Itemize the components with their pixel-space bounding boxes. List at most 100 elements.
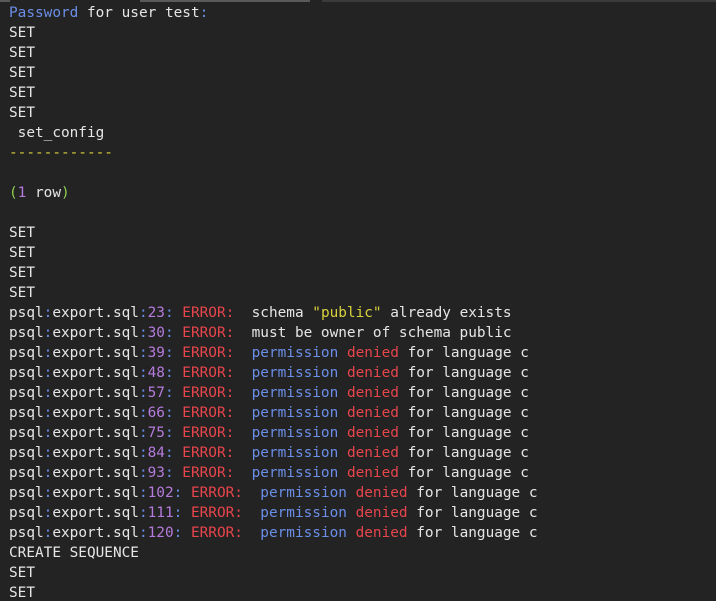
terminal-text-segment: ERROR (182, 365, 226, 381)
terminal-text-segment: SET (9, 565, 35, 581)
strip-segment (0, 0, 10, 2)
terminal-window[interactable]: Password for user test: SET SET SET SET SET s… (0, 0, 716, 601)
terminal-text-segment: for language c (398, 425, 529, 441)
terminal-text-segment: denied (355, 525, 408, 541)
terminal-text-segment: SET (9, 85, 35, 101)
terminal-text-segment: : (225, 465, 252, 481)
terminal-text-segment: ERROR (182, 425, 226, 441)
terminal-text-segment: ------------ (9, 145, 113, 161)
terminal-text-segment: 48 (147, 365, 165, 381)
terminal-output: Password for user test: SET SET SET SET SET s… (9, 3, 538, 601)
terminal-text-segment: ERROR (182, 405, 226, 421)
terminal-text-segment: export.sql (52, 345, 139, 361)
terminal-text-segment: ERROR (190, 505, 235, 521)
terminal-text-segment: SET (9, 245, 35, 261)
terminal-text-segment: export.sql (52, 485, 139, 501)
terminal-text-segment: export.sql (52, 505, 139, 521)
terminal-text-segment: permission (251, 365, 339, 381)
terminal-text-segment: export.sql (52, 445, 139, 461)
terminal-text-segment: : (199, 5, 209, 21)
terminal-text-segment: : (164, 365, 183, 381)
terminal-text-segment: export.sql (52, 525, 139, 541)
terminal-line: psql:export.sql:120: ERROR: permission d… (9, 523, 538, 543)
terminal-text-segment: ERROR (182, 345, 226, 361)
terminal-text-segment: : (164, 385, 183, 401)
terminal-text-segment: permission (260, 525, 347, 541)
terminal-text-segment: : (138, 325, 148, 341)
terminal-line: psql:export.sql:57: ERROR: permission de… (9, 383, 538, 403)
terminal-text-segment: ERROR (182, 445, 226, 461)
terminal-text-segment: for language c (398, 345, 529, 361)
terminal-line: psql:export.sql:39: ERROR: permission de… (9, 343, 538, 363)
terminal-line: CREATE SEQUENCE (9, 543, 538, 563)
terminal-line: set_config (9, 123, 538, 143)
terminal-text-segment: denied (346, 425, 399, 441)
terminal-line: SET (9, 243, 538, 263)
terminal-text-segment: denied (346, 385, 399, 401)
terminal-text-segment: for language c (407, 505, 538, 521)
terminal-text-segment: denied (355, 505, 408, 521)
terminal-text-segment: : (173, 525, 191, 541)
terminal-text-segment: : (225, 345, 252, 361)
terminal-text-segment: 102 (147, 485, 174, 501)
terminal-text-segment: : (138, 385, 148, 401)
terminal-text-segment: denied (346, 445, 399, 461)
terminal-text-segment: psql (9, 305, 44, 321)
terminal-line: psql:export.sql:48: ERROR: permission de… (9, 363, 538, 383)
terminal-text-segment: ERROR (190, 485, 235, 501)
terminal-line: ------------ (9, 143, 538, 163)
terminal-text-segment: export.sql (52, 385, 139, 401)
terminal-line (9, 203, 538, 223)
terminal-text-segment: permission (251, 385, 339, 401)
terminal-text-segment: 111 (147, 505, 174, 521)
terminal-text-segment: : (164, 445, 183, 461)
terminal-text-segment: for language c (407, 525, 538, 541)
terminal-line: SET (9, 263, 538, 283)
terminal-line: SET (9, 103, 538, 123)
terminal-text-segment: export.sql (52, 365, 139, 381)
terminal-line: psql:export.sql:102: ERROR: permission d… (9, 483, 538, 503)
terminal-text-segment: for language c (398, 465, 529, 481)
terminal-text-segment: psql (9, 525, 44, 541)
terminal-line: SET (9, 63, 538, 83)
terminal-text-segment: row (26, 185, 61, 201)
terminal-text-segment: psql (9, 405, 44, 421)
terminal-text-segment: ERROR (182, 465, 226, 481)
terminal-text-segment: permission (251, 465, 339, 481)
terminal-text-segment: psql (9, 505, 44, 521)
terminal-text-segment: for language c (398, 445, 529, 461)
terminal-line: psql:export.sql:84: ERROR: permission de… (9, 443, 538, 463)
terminal-text-segment: permission (260, 485, 347, 501)
terminal-text-segment: : (225, 365, 252, 381)
terminal-text-segment: psql (9, 425, 44, 441)
terminal-text-segment: 23 (147, 305, 165, 321)
terminal-line: SET (9, 283, 538, 303)
terminal-text-segment: denied (355, 485, 408, 501)
terminal-text-segment: : (225, 305, 252, 321)
terminal-text-segment: : (164, 345, 183, 361)
terminal-text-segment: ERROR (182, 325, 226, 341)
terminal-text-segment: psql (9, 445, 44, 461)
terminal-line: SET (9, 223, 538, 243)
terminal-text-segment: : (138, 485, 148, 501)
terminal-text-segment: must be owner of schema public (251, 325, 512, 341)
terminal-line: psql:export.sql:30: ERROR: must be owner… (9, 323, 538, 343)
terminal-text-segment: : (225, 425, 252, 441)
terminal-text-segment: psql (9, 365, 44, 381)
terminal-text-segment: denied (346, 405, 399, 421)
terminal-text-segment: ) (61, 185, 70, 201)
terminal-text-segment: Password (9, 5, 79, 21)
terminal-text-segment: : (225, 405, 252, 421)
terminal-text-segment: 57 (147, 385, 165, 401)
terminal-text-segment: : (138, 525, 148, 541)
terminal-text-segment: schema (251, 305, 313, 321)
terminal-text-segment: ERROR (182, 305, 226, 321)
terminal-text-segment: denied (346, 465, 399, 481)
terminal-text-segment: : (164, 405, 183, 421)
terminal-text-segment: ( (9, 185, 18, 201)
terminal-text-segment: : (138, 425, 148, 441)
terminal-line: SET (9, 23, 538, 43)
